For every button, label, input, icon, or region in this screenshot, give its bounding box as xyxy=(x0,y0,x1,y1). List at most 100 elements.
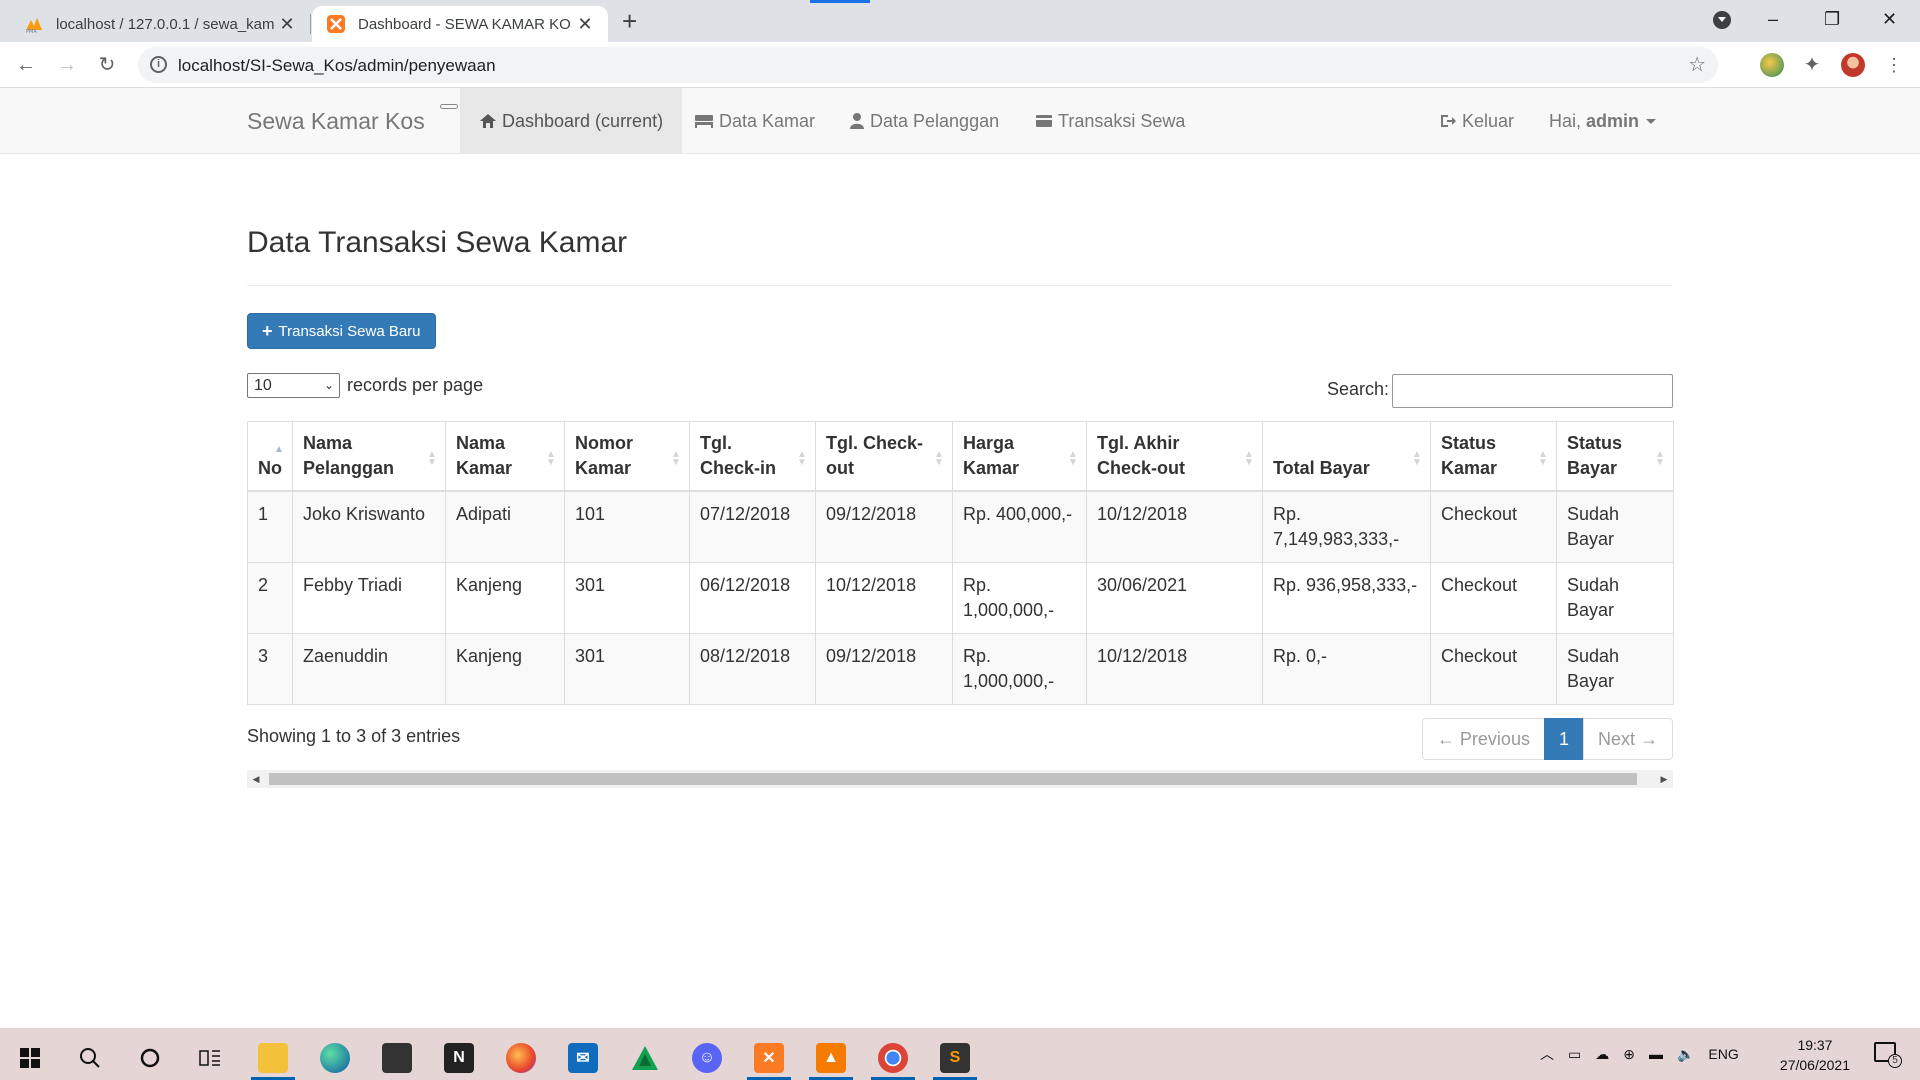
reload-icon[interactable]: ↻ xyxy=(93,51,121,79)
table-info: Showing 1 to 3 of 3 entries xyxy=(247,726,461,746)
page-length-value: 10 xyxy=(254,377,272,394)
navbar-brand[interactable]: Sewa Kamar Kos xyxy=(247,108,425,135)
column-header-harga-kamar[interactable]: Harga Kamar ▲ ▼ xyxy=(952,421,1087,492)
column-header-total-bayar[interactable]: Total Bayar ▲ ▼ xyxy=(1262,421,1431,492)
scrollbar-thumb[interactable] xyxy=(269,773,1637,785)
notion-icon[interactable]: N xyxy=(431,1036,487,1080)
column-header-tgl-check-in[interactable]: Tgl. Check-in ▲ ▼ xyxy=(689,421,816,492)
new-transaction-button[interactable]: + Transaksi Sewa Baru xyxy=(247,313,436,349)
column-header-nomor-kamar[interactable]: Nomor Kamar ▲ ▼ xyxy=(564,421,690,492)
network-icon[interactable]: ⊕ xyxy=(1623,1046,1635,1063)
navbar-toggle-icon[interactable] xyxy=(440,104,458,109)
xampp-taskbar-icon[interactable]: ✕ xyxy=(741,1036,797,1080)
tab-close-icon[interactable]: ✕ xyxy=(572,14,598,35)
sourcetree-icon[interactable]: ▲ xyxy=(803,1036,859,1080)
column-header-tgl-check-out[interactable]: Tgl. Check-out ▲ ▼ xyxy=(815,421,953,492)
cell-nomor-kamar: 301 xyxy=(564,633,690,705)
meet-now-icon[interactable]: ▭ xyxy=(1568,1046,1581,1063)
sort-icon: ▲ ▼ xyxy=(1655,449,1665,468)
nav-data-pelanggan[interactable]: Data Pelanggan xyxy=(849,88,999,154)
start-button[interactable] xyxy=(2,1036,58,1080)
tab-close-icon[interactable]: ✕ xyxy=(274,14,300,35)
previous-page-button[interactable]: ← Previous xyxy=(1421,718,1545,760)
sort-icon: ▲ ▼ xyxy=(1412,449,1422,468)
scroll-right-icon[interactable]: ▶ xyxy=(1655,770,1673,788)
search-icon[interactable] xyxy=(62,1036,118,1080)
column-header-status-kamar[interactable]: Status Kamar ▲ ▼ xyxy=(1430,421,1557,492)
close-window-button[interactable]: ✕ xyxy=(1882,6,1897,32)
column-header-tgl-akhir-check-out[interactable]: Tgl. Akhir Check-out ▲ ▼ xyxy=(1086,421,1263,492)
drive-app-icon[interactable] xyxy=(617,1036,673,1080)
action-center-icon[interactable]: 5 xyxy=(1874,1042,1902,1068)
sort-icon: ▲ ▼ xyxy=(1068,449,1078,468)
clock-time: 19:37 xyxy=(1797,1037,1833,1053)
volume-icon[interactable]: 🔈 xyxy=(1677,1046,1694,1063)
table-row[interactable]: 3 Zaenuddin Kanjeng 301 08/12/2018 09/12… xyxy=(247,633,1674,705)
url-text[interactable]: localhost/SI-Sewa_Kos/admin/penyewaan xyxy=(178,56,496,76)
extension-globe-icon[interactable] xyxy=(1760,53,1784,77)
search-input[interactable] xyxy=(1392,374,1673,408)
tab-separator xyxy=(310,14,311,34)
site-info-icon[interactable]: i xyxy=(150,56,167,73)
task-view-icon[interactable] xyxy=(182,1036,238,1080)
address-bar[interactable]: i localhost/SI-Sewa_Kos/admin/penyewaan … xyxy=(138,47,1718,83)
user-dropdown[interactable]: Hai, admin xyxy=(1549,88,1657,154)
bed-icon xyxy=(695,115,713,128)
taskbar-clock[interactable]: 19:37 27/06/2021 xyxy=(1780,1035,1850,1075)
discord-icon[interactable]: ☺ xyxy=(679,1036,735,1080)
cell-status-bayar: Sudah Bayar xyxy=(1556,562,1674,634)
extensions-puzzle-icon[interactable]: ✦ xyxy=(1800,53,1824,77)
nav-logout[interactable]: Keluar xyxy=(1439,88,1514,154)
cortana-icon[interactable] xyxy=(122,1036,178,1080)
new-transaction-label: Transaksi Sewa Baru xyxy=(278,322,421,340)
tab-phpmyadmin[interactable]: PMA localhost / 127.0.0.1 / sewa_kamar ✕ xyxy=(10,6,310,42)
column-header-no[interactable]: ▲ No xyxy=(247,421,293,492)
nav-transaksi-sewa[interactable]: Transaksi Sewa xyxy=(1035,88,1185,154)
firefox-icon[interactable] xyxy=(493,1036,549,1080)
language-indicator[interactable]: ENG xyxy=(1708,1046,1738,1062)
nav-logout-label: Keluar xyxy=(1462,110,1515,131)
credit-card-icon xyxy=(1036,115,1052,127)
nav-dashboard[interactable]: Dashboard (current) xyxy=(460,88,683,154)
store-icon[interactable] xyxy=(369,1036,425,1080)
edge-icon[interactable] xyxy=(307,1036,363,1080)
bookmark-star-icon[interactable]: ☆ xyxy=(1688,52,1706,77)
battery-icon[interactable]: ▬ xyxy=(1649,1046,1663,1062)
browser-menu-icon[interactable]: ⋮ xyxy=(1880,51,1908,79)
nav-data-kamar[interactable]: Data Kamar xyxy=(694,88,815,154)
horizontal-scrollbar[interactable]: ◀ ▶ xyxy=(247,770,1673,788)
tab-search-icon[interactable] xyxy=(1713,11,1731,29)
new-tab-icon[interactable]: + xyxy=(622,6,637,36)
forward-icon[interactable]: → xyxy=(53,51,81,79)
sublime-text-icon[interactable]: S xyxy=(927,1036,983,1080)
page-length-select[interactable]: 10 ⌄ xyxy=(247,373,340,398)
back-icon[interactable]: ← xyxy=(12,51,40,79)
column-header-nama-pelanggan[interactable]: Nama Pelanggan ▲ ▼ xyxy=(292,421,446,492)
column-header-status-bayar[interactable]: Status Bayar ▲ ▼ xyxy=(1556,421,1674,492)
cell-tgl-check-in: 06/12/2018 xyxy=(689,562,816,634)
mail-icon[interactable]: ✉ xyxy=(555,1036,611,1080)
browser-toolbar: ← → ↻ i localhost/SI-Sewa_Kos/admin/peny… xyxy=(0,42,1920,88)
file-explorer-icon[interactable] xyxy=(245,1036,301,1080)
show-hidden-icons-icon[interactable]: ︿ xyxy=(1540,1044,1554,1064)
table-header-row: ▲ No Nama Pelanggan ▲ ▼ Nama Kamar ▲ ▼ Nomor … xyxy=(247,421,1674,492)
onedrive-icon[interactable]: ☁ xyxy=(1595,1046,1609,1063)
tab-dashboard[interactable]: Dashboard - SEWA KAMAR KOS ✕ xyxy=(312,6,608,42)
scroll-left-icon[interactable]: ◀ xyxy=(247,770,265,788)
next-page-button[interactable]: Next → xyxy=(1582,718,1673,760)
cell-harga-kamar: Rp. 400,000,- xyxy=(952,490,1087,563)
cell-harga-kamar: Rp. 1,000,000,- xyxy=(952,633,1087,705)
table-row[interactable]: 2 Febby Triadi Kanjeng 301 06/12/2018 10… xyxy=(247,562,1674,634)
clock-date: 27/06/2021 xyxy=(1779,1057,1850,1073)
svg-text:PMA: PMA xyxy=(26,29,37,34)
chrome-icon[interactable] xyxy=(865,1036,921,1080)
column-header-nama-kamar[interactable]: Nama Kamar ▲ ▼ xyxy=(445,421,565,492)
page-1-button[interactable]: 1 xyxy=(1543,718,1584,760)
table-row[interactable]: 1 Joko Kriswanto Adipati 101 07/12/2018 … xyxy=(247,490,1674,563)
maximize-button[interactable]: ❐ xyxy=(1824,6,1840,32)
cell-status-kamar: Checkout xyxy=(1430,562,1557,634)
minimize-button[interactable]: – xyxy=(1768,6,1778,32)
sort-icon: ▲ ▼ xyxy=(1244,449,1254,468)
profile-avatar[interactable] xyxy=(1841,53,1865,77)
browser-tab-strip: PMA localhost / 127.0.0.1 / sewa_kamar ✕… xyxy=(0,0,1920,42)
